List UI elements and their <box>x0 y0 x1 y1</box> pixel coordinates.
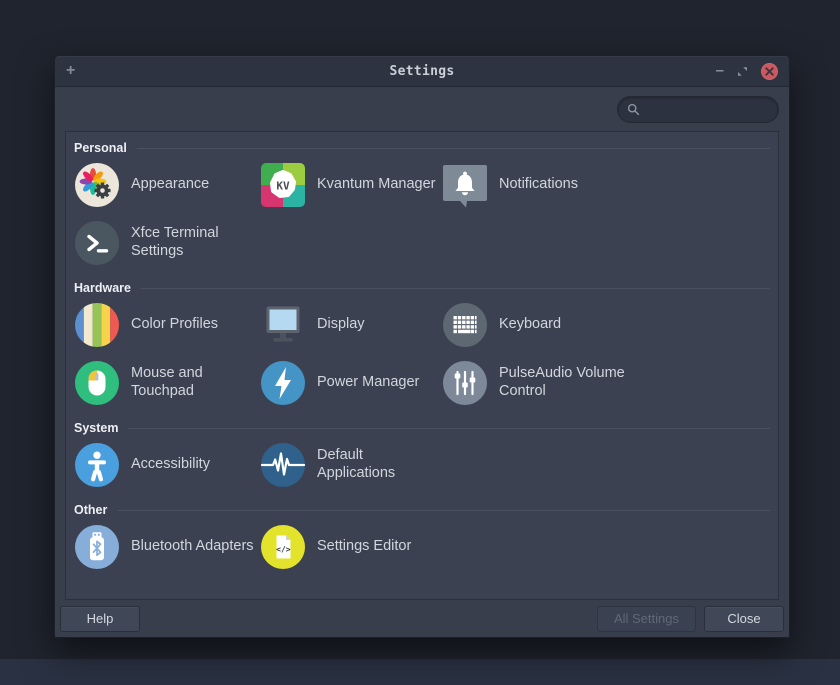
section-header-personal: Personal <box>74 141 770 155</box>
section-header-system: System <box>74 421 770 435</box>
item-label: Mouse and Touchpad <box>131 365 203 399</box>
settings-item-appearance[interactable]: Appearance <box>74 161 260 209</box>
window-title: Settings <box>389 63 455 79</box>
item-label: Keyboard <box>499 316 562 333</box>
item-label: Kvantum Manager <box>317 176 436 193</box>
settings-item-kvantum-manager[interactable]: KV Kvantum Manager <box>260 161 442 209</box>
search-input[interactable] <box>647 100 769 118</box>
settings-item-bluetooth[interactable]: Bluetooth Adapters <box>74 523 260 571</box>
settings-window: + Settings – Personal Appearance KV Kvan… <box>54 55 790 638</box>
mouse-icon <box>75 361 119 405</box>
help-button[interactable]: Help <box>60 605 140 632</box>
item-label: Accessibility <box>131 456 210 473</box>
search-field[interactable] <box>617 95 779 123</box>
bluetooth-icon <box>75 525 119 569</box>
kvantum-manager-icon: KV <box>261 163 305 207</box>
settings-item-color-profiles[interactable]: Color Profiles <box>74 301 260 349</box>
settings-item-power-manager[interactable]: Power Manager <box>260 359 442 407</box>
svg-text:</>: </> <box>276 545 291 554</box>
section-header-other: Other <box>74 503 770 517</box>
settings-item-mouse-touchpad[interactable]: Mouse and Touchpad <box>74 359 260 407</box>
settings-item-settings-editor[interactable]: </> Settings Editor <box>260 523 442 571</box>
color-profiles-icon <box>75 303 119 347</box>
power-manager-icon <box>261 361 305 405</box>
accessibility-icon <box>75 443 119 487</box>
section-label: Personal <box>74 141 127 155</box>
section-rule <box>128 427 770 429</box>
close-icon <box>765 66 774 76</box>
settings-item-default-applications[interactable]: Default Applications <box>260 441 442 489</box>
search-icon <box>627 103 640 115</box>
minimize-button[interactable]: – <box>716 63 724 78</box>
item-label: Default Applications <box>317 447 396 481</box>
item-label: Settings Editor <box>317 538 412 555</box>
restore-icon <box>738 66 747 76</box>
section-grid-other: Bluetooth Adapters </> Settings Editor <box>74 523 770 571</box>
close-dialog-button[interactable]: Close <box>704 605 784 632</box>
item-label: Appearance <box>131 176 210 193</box>
section-rule <box>140 287 770 289</box>
section-grid-hardware: Color Profiles Display Keyboard Mouse an… <box>74 301 770 407</box>
section-rule <box>117 509 770 511</box>
section-header-hardware: Hardware <box>74 281 770 295</box>
display-icon <box>266 306 300 342</box>
close-button[interactable] <box>761 62 778 80</box>
settings-item-notifications[interactable]: Notifications <box>442 161 770 209</box>
footer-bar: Help All Settings Close <box>55 600 789 637</box>
item-label: Display <box>317 316 365 333</box>
section-label: Other <box>74 503 108 517</box>
item-label: Notifications <box>499 176 578 193</box>
terminal-icon <box>75 221 119 265</box>
item-label: Power Manager <box>317 374 420 391</box>
settings-item-accessibility[interactable]: Accessibility <box>74 441 260 489</box>
item-label: Xfce Terminal Settings <box>131 225 219 259</box>
settings-item-display[interactable]: Display <box>260 301 442 349</box>
settings-item-xfce-terminal[interactable]: Xfce Terminal Settings <box>74 219 260 267</box>
item-label: Color Profiles <box>131 316 219 333</box>
settings-item-keyboard[interactable]: Keyboard <box>442 301 770 349</box>
all-settings-button[interactable]: All Settings <box>596 605 696 632</box>
section-grid-personal: Appearance KV Kvantum Manager Notificati… <box>74 161 770 267</box>
settings-editor-icon: </> <box>261 525 305 569</box>
settings-grid-panel: Personal Appearance KV Kvantum Manager N… <box>65 131 779 600</box>
section-grid-system: Accessibility Default Applications <box>74 441 770 489</box>
window-plus-icon[interactable]: + <box>66 63 75 79</box>
settings-item-pulseaudio[interactable]: PulseAudio Volume Control <box>442 359 770 407</box>
item-label: Bluetooth Adapters <box>131 538 254 555</box>
titlebar[interactable]: + Settings – <box>55 56 789 87</box>
appearance-icon <box>75 163 119 207</box>
notifications-icon <box>443 165 487 208</box>
section-rule <box>136 147 770 149</box>
item-label: PulseAudio Volume Control <box>499 365 625 399</box>
section-label: System <box>74 421 119 435</box>
taskbar-strip <box>0 659 840 685</box>
toolbar <box>55 87 789 131</box>
maximize-button[interactable] <box>737 66 748 77</box>
keyboard-icon <box>443 303 487 347</box>
section-label: Hardware <box>74 281 131 295</box>
svg-text:KV: KV <box>276 180 290 193</box>
pulseaudio-icon <box>443 361 487 405</box>
window-controls: – <box>716 62 778 80</box>
default-applications-icon <box>260 443 306 487</box>
